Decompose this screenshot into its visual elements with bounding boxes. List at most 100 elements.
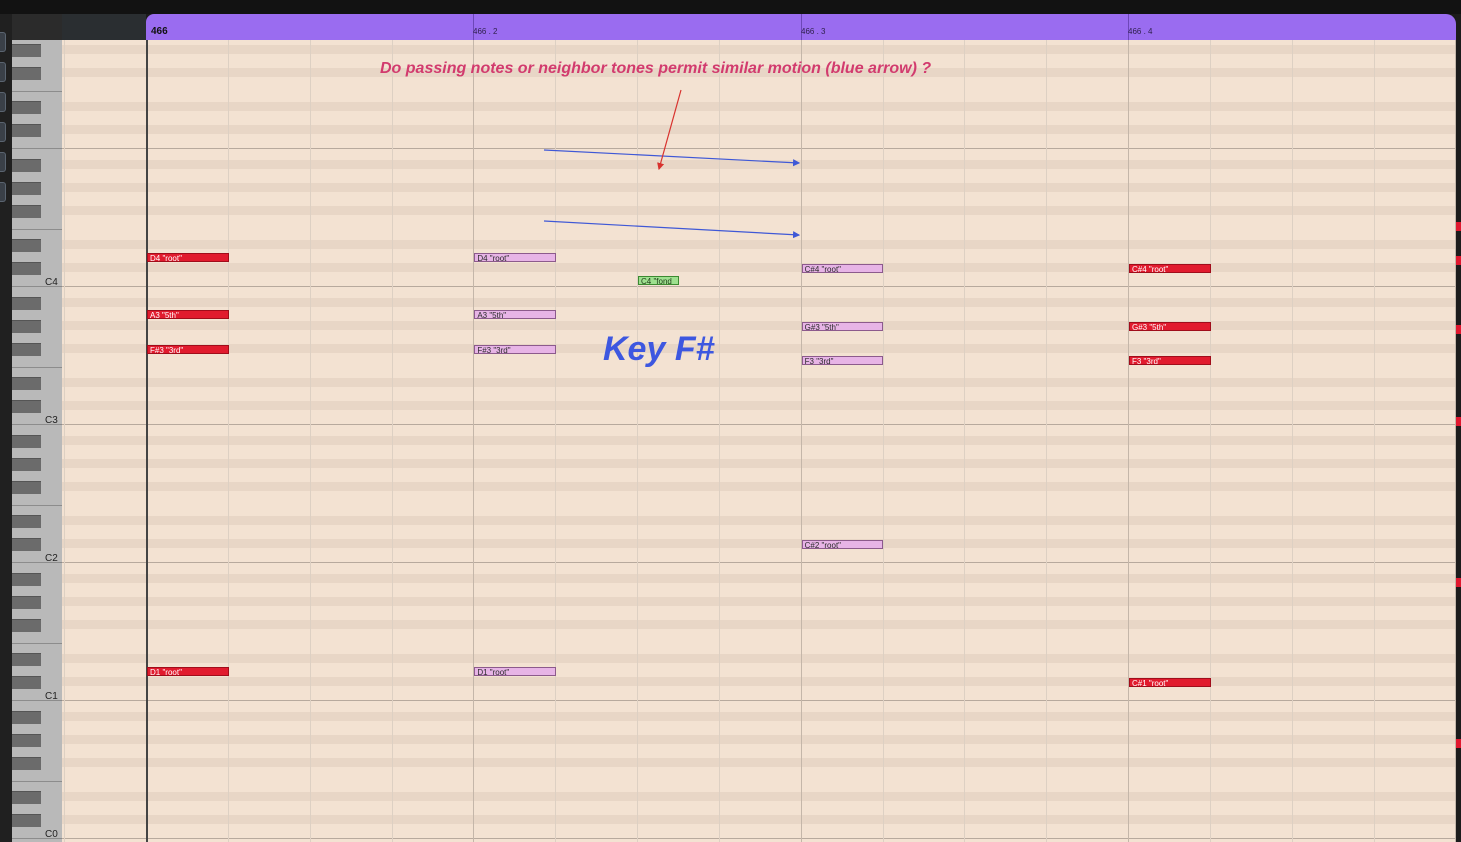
grid-line bbox=[391, 40, 393, 842]
black-key[interactable] bbox=[12, 480, 41, 494]
black-key-row bbox=[62, 815, 1461, 824]
black-key[interactable] bbox=[12, 756, 41, 770]
black-key[interactable] bbox=[12, 262, 41, 275]
strip-tab[interactable] bbox=[0, 62, 6, 82]
midi-note[interactable]: C#2 "root" bbox=[801, 540, 884, 549]
title-bar bbox=[0, 0, 1461, 14]
black-key[interactable] bbox=[12, 342, 41, 356]
timeline-ruler[interactable]: 466 466 . 2 466 . 3 466 . 4 bbox=[146, 14, 1456, 40]
midi-note[interactable]: A3 "5th" bbox=[474, 310, 557, 319]
ruler-beat-label: 466 . 4 bbox=[1128, 27, 1153, 36]
midi-note[interactable]: C4 "fond bbox=[638, 275, 679, 285]
black-key[interactable] bbox=[12, 101, 41, 114]
black-key[interactable] bbox=[12, 733, 41, 747]
black-key[interactable] bbox=[12, 538, 41, 551]
midi-note[interactable]: G#3 "5th" bbox=[801, 321, 884, 331]
strip-tab[interactable] bbox=[0, 32, 6, 52]
note-grid[interactable] bbox=[62, 40, 1461, 842]
midi-note[interactable]: D4 "root" bbox=[147, 252, 229, 262]
midi-note[interactable]: C#4 "root" bbox=[1129, 264, 1211, 273]
black-key-row bbox=[62, 677, 1461, 686]
grid-line bbox=[1209, 40, 1211, 842]
octave-gridline bbox=[62, 424, 1461, 425]
black-key-row bbox=[62, 539, 1461, 548]
black-key-row bbox=[62, 378, 1461, 387]
black-key[interactable] bbox=[12, 158, 41, 172]
offscreen-note-marker bbox=[1456, 417, 1461, 426]
black-key[interactable] bbox=[12, 710, 41, 724]
black-key-row bbox=[62, 654, 1461, 663]
black-key[interactable] bbox=[12, 515, 41, 528]
grid-line bbox=[227, 40, 229, 842]
grid-line bbox=[309, 40, 311, 842]
midi-note[interactable]: C#1 "root" bbox=[1129, 678, 1211, 687]
strip-tab[interactable] bbox=[0, 92, 6, 112]
grid-line bbox=[1128, 40, 1129, 842]
midi-note[interactable]: D1 "root" bbox=[474, 666, 557, 676]
black-key-row bbox=[62, 435, 1461, 445]
black-key[interactable] bbox=[12, 66, 41, 80]
black-key-row bbox=[62, 240, 1461, 249]
black-key[interactable] bbox=[12, 457, 41, 471]
black-key-row bbox=[62, 711, 1461, 721]
black-key[interactable] bbox=[12, 319, 41, 333]
grid-line bbox=[64, 40, 66, 842]
midi-note[interactable]: A3 "5th" bbox=[147, 310, 229, 319]
strip-tab[interactable] bbox=[0, 182, 6, 202]
black-key-row bbox=[62, 792, 1461, 801]
midi-note[interactable]: F3 "3rd" bbox=[1129, 356, 1211, 365]
midi-note[interactable]: D1 "root" bbox=[147, 666, 229, 676]
midi-note[interactable]: G#3 "5th" bbox=[1129, 321, 1211, 331]
ruler-pre-region[interactable] bbox=[62, 14, 146, 40]
black-key[interactable] bbox=[12, 791, 41, 804]
grid-line bbox=[800, 40, 802, 842]
midi-note[interactable]: F#3 "3rd" bbox=[147, 344, 229, 354]
octave-gridline bbox=[62, 148, 1461, 149]
octave-gridline bbox=[62, 562, 1461, 563]
black-key-row bbox=[62, 343, 1461, 353]
octave-gridline bbox=[62, 286, 1461, 287]
black-key[interactable] bbox=[12, 618, 41, 632]
black-key-row bbox=[62, 573, 1461, 583]
strip-tab[interactable] bbox=[0, 122, 6, 142]
black-key[interactable] bbox=[12, 572, 41, 586]
black-key[interactable] bbox=[12, 400, 41, 413]
black-key[interactable] bbox=[12, 434, 41, 448]
black-key[interactable] bbox=[12, 181, 41, 195]
midi-note[interactable]: C#4 "root" bbox=[801, 264, 884, 273]
key-annotation: Key F# bbox=[603, 330, 715, 368]
black-key[interactable] bbox=[12, 43, 41, 57]
grid-line bbox=[555, 40, 557, 842]
black-key[interactable] bbox=[12, 595, 41, 609]
black-key[interactable] bbox=[12, 814, 41, 827]
black-key[interactable] bbox=[12, 204, 41, 218]
black-key-row bbox=[62, 458, 1461, 468]
black-key-row bbox=[62, 619, 1461, 629]
white-key-divider bbox=[12, 780, 62, 782]
black-key[interactable] bbox=[12, 676, 41, 689]
black-key-row bbox=[62, 297, 1461, 307]
piano-keyboard[interactable]: C4 C3 C2 C1 C0 bbox=[12, 40, 62, 842]
black-key-row bbox=[62, 481, 1461, 491]
midi-note[interactable]: D4 "root" bbox=[474, 252, 557, 262]
black-key[interactable] bbox=[12, 239, 41, 252]
bar-line bbox=[146, 40, 148, 842]
black-key-row bbox=[62, 44, 1461, 54]
white-key-divider bbox=[12, 642, 62, 644]
ruler-corner bbox=[12, 14, 62, 40]
grid-line bbox=[718, 40, 720, 842]
black-key-row bbox=[62, 125, 1461, 134]
strip-tab[interactable] bbox=[0, 152, 6, 172]
black-key[interactable] bbox=[12, 377, 41, 390]
midi-note[interactable]: F#3 "3rd" bbox=[474, 344, 557, 354]
ruler-bar-label: 466 bbox=[151, 26, 168, 37]
octave-gridline bbox=[62, 700, 1461, 701]
black-key[interactable] bbox=[12, 296, 41, 310]
black-key[interactable] bbox=[12, 124, 41, 137]
piano-roll-editor: 466 466 . 2 466 . 3 466 . 4 C4 C3 C2 C1 C0 D… bbox=[0, 0, 1461, 842]
black-key[interactable] bbox=[12, 653, 41, 666]
black-key-row bbox=[62, 159, 1461, 169]
offscreen-note-marker bbox=[1456, 739, 1461, 748]
midi-note[interactable]: F3 "3rd" bbox=[801, 356, 884, 365]
ruler-beat-label: 466 . 2 bbox=[473, 27, 498, 36]
